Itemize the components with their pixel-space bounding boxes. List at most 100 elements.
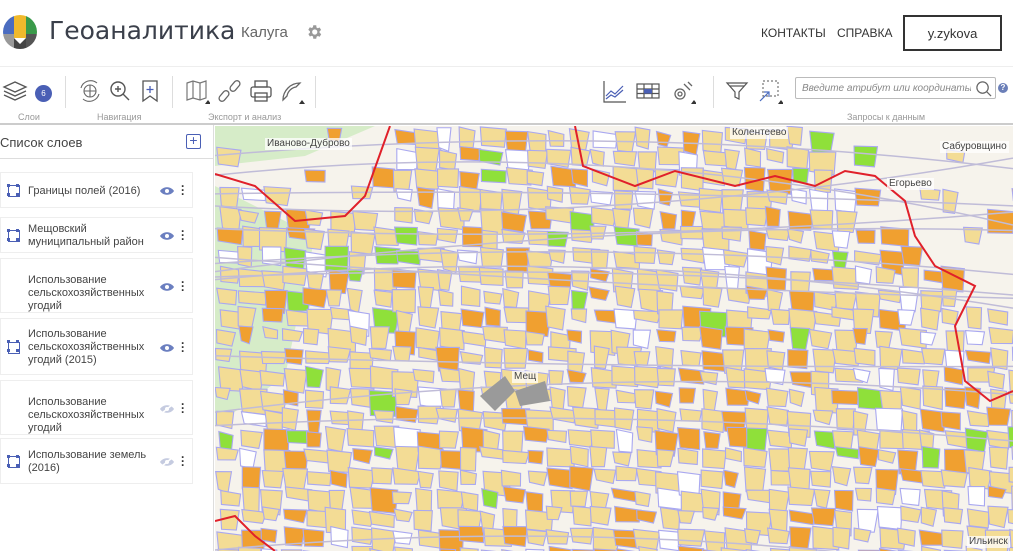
field-polygon — [395, 405, 419, 423]
field-polygon — [436, 488, 466, 510]
layer-item[interactable]: Использование земель (2016) · · · — [0, 438, 193, 484]
field-polygon — [789, 326, 811, 351]
field-polygon — [987, 370, 1006, 390]
map-label: Мещ — [512, 371, 539, 383]
field-polygon — [831, 466, 852, 487]
user-button[interactable]: y.zykova — [903, 15, 1002, 51]
field-polygon — [369, 326, 390, 350]
field-polygon — [853, 527, 872, 543]
settings-tools-icon[interactable] — [670, 78, 696, 104]
link-icon[interactable] — [217, 78, 243, 104]
field-polygon — [525, 491, 544, 513]
field-polygon — [632, 207, 654, 229]
table-icon[interactable] — [635, 78, 661, 104]
layer-item[interactable]: Использование сельскохозяйственных угоди… — [0, 380, 193, 435]
field-polygon — [941, 307, 959, 326]
field-polygon — [876, 506, 903, 531]
field-polygon — [921, 445, 941, 469]
field-polygon — [439, 388, 457, 408]
field-polygon — [437, 289, 454, 307]
field-polygon — [438, 430, 460, 449]
eye-off-icon[interactable] — [160, 457, 174, 467]
bookmark-add-icon[interactable] — [137, 78, 163, 104]
field-polygon — [787, 447, 809, 471]
more-options-icon[interactable]: · · · — [181, 225, 185, 245]
polygon-icon — [6, 340, 20, 354]
nav-help[interactable]: СПРАВКА — [837, 26, 893, 40]
eye-icon[interactable] — [160, 186, 174, 196]
globe-refresh-icon[interactable] — [77, 78, 103, 104]
more-options-icon[interactable]: · · · — [181, 276, 185, 296]
more-options-icon[interactable]: · · · — [181, 398, 185, 418]
field-polygon — [304, 350, 332, 365]
search-input[interactable] — [796, 78, 971, 99]
print-icon[interactable] — [248, 78, 274, 104]
help-icon[interactable]: ? — [998, 83, 1008, 93]
layers-icon[interactable] — [2, 78, 28, 104]
field-polygon — [987, 505, 1009, 529]
field-polygon — [215, 328, 237, 347]
field-polygon — [900, 245, 924, 267]
layer-name: Мещовский муниципальный район — [28, 223, 144, 248]
eye-icon[interactable] — [160, 343, 174, 353]
logo-icon — [3, 15, 37, 49]
field-polygon — [479, 246, 505, 268]
select-area-icon[interactable] — [757, 78, 783, 104]
field-polygon — [284, 347, 304, 366]
field-polygon — [259, 369, 286, 387]
layer-name: Использование сельскохозяйственных угоди… — [28, 395, 145, 434]
field-polygon — [482, 325, 509, 344]
more-options-icon[interactable]: · · · — [181, 451, 185, 471]
map-canvas[interactable]: Иваново-Дуброво Колентеево Сабуровщино Е… — [215, 126, 1013, 551]
layer-item[interactable]: Использование сельскохозяйственных угоди… — [0, 258, 193, 313]
field-polygon — [460, 308, 485, 329]
gear-icon[interactable] — [305, 23, 323, 41]
field-polygon — [281, 406, 299, 431]
eye-off-icon[interactable] — [160, 403, 174, 414]
field-polygon — [480, 168, 507, 184]
city-selector[interactable]: Калуга — [241, 24, 288, 41]
eye-icon[interactable] — [160, 231, 174, 241]
add-layer-button[interactable]: + — [186, 133, 201, 149]
field-polygon — [896, 527, 916, 547]
layer-item[interactable]: Мещовский муниципальный район · · · — [0, 217, 193, 253]
nav-contacts[interactable]: КОНТАКТЫ — [761, 26, 826, 40]
search-icon[interactable] — [975, 80, 992, 97]
map-export-icon[interactable] — [184, 78, 210, 104]
field-polygon — [460, 285, 481, 307]
field-polygon — [699, 325, 723, 350]
layer-item[interactable]: Границы полей (2016) · · · — [0, 172, 193, 208]
field-polygon — [261, 506, 281, 522]
field-polygon — [656, 249, 676, 266]
filter-icon[interactable] — [724, 78, 750, 104]
eye-icon[interactable] — [160, 282, 174, 292]
field-polygon — [525, 250, 554, 268]
chart-icon[interactable] — [602, 78, 628, 104]
field-polygon — [633, 245, 657, 265]
field-polygon — [479, 126, 507, 148]
field-polygon — [283, 367, 308, 394]
field-polygon — [329, 469, 348, 489]
field-polygon — [282, 265, 308, 286]
layer-item[interactable]: Использование сельскохозяйственных угоди… — [0, 318, 193, 375]
field-polygon — [417, 470, 434, 489]
field-polygon — [351, 526, 375, 546]
field-polygon — [438, 470, 459, 492]
field-polygon — [415, 327, 440, 351]
more-options-icon[interactable]: · · · — [181, 337, 185, 357]
field-polygon — [659, 506, 681, 531]
more-options-icon[interactable]: · · · — [181, 180, 185, 200]
field-polygon — [636, 426, 653, 443]
field-polygon — [853, 145, 879, 168]
field-polygon — [919, 307, 940, 331]
field-polygon — [808, 328, 833, 350]
map-label: Сабуровщино — [940, 141, 1009, 153]
field-polygon — [436, 168, 460, 189]
field-polygon — [392, 345, 412, 362]
field-polygon — [852, 327, 868, 346]
field-polygon — [879, 430, 906, 450]
field-polygon — [459, 145, 482, 162]
measure-icon[interactable] — [280, 78, 306, 104]
zoom-in-icon[interactable] — [107, 78, 133, 104]
field-polygon — [614, 285, 636, 309]
